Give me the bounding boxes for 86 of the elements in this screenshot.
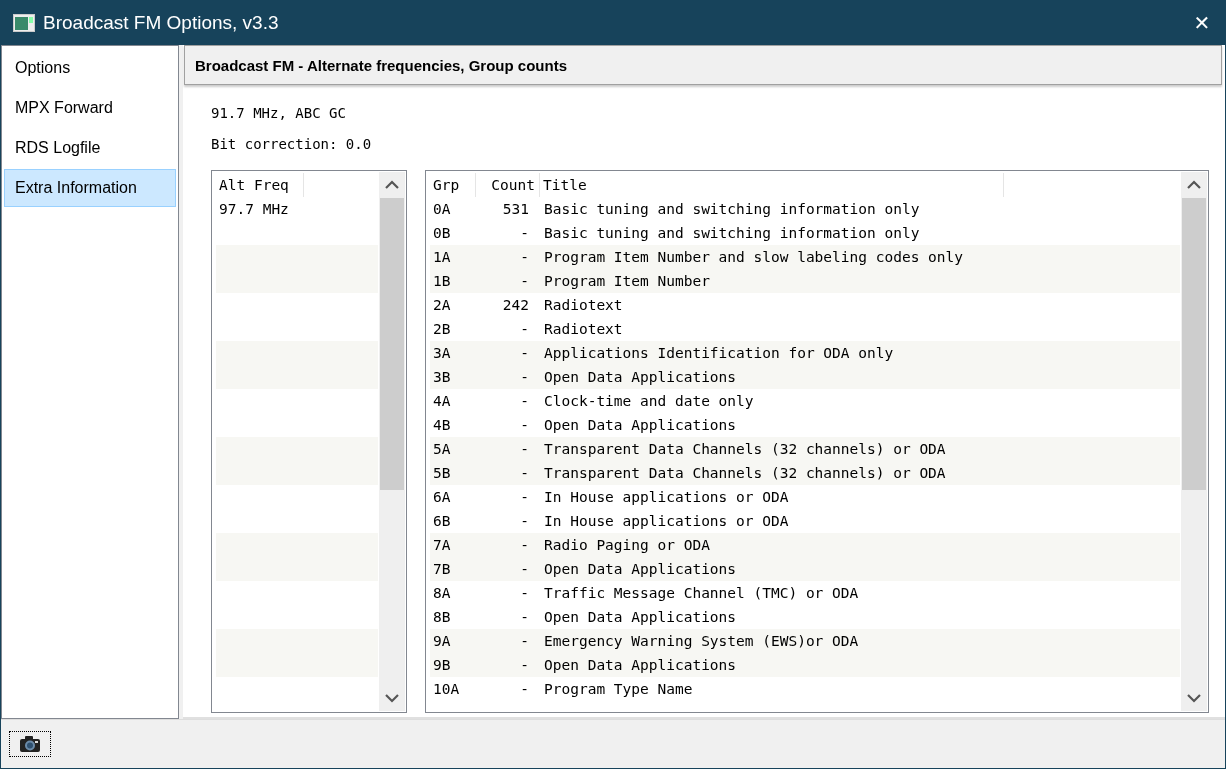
table-cell-text: Open Data Applications xyxy=(543,609,737,625)
table-cell-text: - xyxy=(519,465,530,481)
table-cell-text: 10A xyxy=(432,681,461,697)
table-cell-text: - xyxy=(519,225,530,241)
table-cell-text: 2B xyxy=(432,321,452,337)
table-cell-text: - xyxy=(519,537,530,553)
bit-correction-label: Bit correction: 0.0 xyxy=(211,136,373,152)
table-cell-text: Program Item Number xyxy=(543,273,710,289)
table-cell-text: 531 xyxy=(501,201,530,217)
table-cell-text: Traffic Message Channel (TMC) or ODA xyxy=(543,585,859,601)
table-cell-text: 3A xyxy=(432,345,452,361)
table-cell-text: Open Data Applications xyxy=(543,417,737,433)
panel-header: Broadcast FM - Alternate frequencies, Group counts xyxy=(184,45,1222,85)
table-cell-text: - xyxy=(519,513,530,529)
table-cell-text: Program Item Number and slow labeling codes only xyxy=(543,249,964,265)
table-cell-text: 9B xyxy=(432,657,452,673)
table-cell-text: Emergency Warning System (EWS)or ODA xyxy=(543,633,859,649)
column-header[interactable]: Title xyxy=(540,173,1004,197)
table-cell-text: 6B xyxy=(432,513,452,529)
app-icon xyxy=(13,14,35,32)
table-cell-text: Open Data Applications xyxy=(543,561,737,577)
table-cell-text: Radio Paging or ODA xyxy=(543,537,710,553)
column-header[interactable]: Count xyxy=(476,173,540,197)
table-cell-text: - xyxy=(519,585,530,601)
alt-freq-list[interactable]: Alt Freq 97.7 MHz xyxy=(211,170,407,713)
table-cell-text: 1A xyxy=(432,249,452,265)
table-cell-text: 8B xyxy=(432,609,452,625)
table-cell-text: - xyxy=(519,369,530,385)
table-cell-text: - xyxy=(519,249,530,265)
scrollbar[interactable] xyxy=(379,172,405,711)
scrollbar[interactable] xyxy=(1181,172,1207,711)
table-cell-text: - xyxy=(519,441,530,457)
table-cell-text: 8A xyxy=(432,585,452,601)
table-cell-text: - xyxy=(519,417,530,433)
table-cell-text: 2A xyxy=(432,297,452,313)
table-cell-text: Open Data Applications xyxy=(543,657,737,673)
window-title: Broadcast FM Options, v3.3 xyxy=(43,12,280,34)
table-cell-text: Applications Identification for ODA only xyxy=(543,345,894,361)
table-cell-text: 9A xyxy=(432,633,452,649)
station-label: 91.7 MHz, ABC GC xyxy=(211,105,347,121)
table-cell-text: 242 xyxy=(501,297,530,313)
camera-icon xyxy=(19,735,41,753)
table-cell-text: - xyxy=(519,561,530,577)
table-cell-text: - xyxy=(519,273,530,289)
column-header[interactable]: Grp xyxy=(430,173,476,197)
table-cell-text: 7B xyxy=(432,561,452,577)
table-cell-text: Clock-time and date only xyxy=(543,393,754,409)
scrollbar-thumb[interactable] xyxy=(1182,198,1206,491)
table-cell-text: 5B xyxy=(432,465,452,481)
table-cell-text: - xyxy=(519,681,530,697)
table-cell-text: In House applications or ODA xyxy=(543,513,789,529)
scrollbar-thumb[interactable] xyxy=(380,198,404,491)
table-cell-text: 3B xyxy=(432,369,452,385)
table-cell-text: 6A xyxy=(432,489,452,505)
camera-button[interactable] xyxy=(9,731,51,757)
table-cell-text: - xyxy=(519,393,530,409)
table-cell-text: 0B xyxy=(432,225,452,241)
table-cell-text: Radiotext xyxy=(543,321,623,337)
table-cell-text: - xyxy=(519,345,530,361)
table-cell-text: 1B xyxy=(432,273,452,289)
table-cell-text: Radiotext xyxy=(543,297,623,313)
table-cell-text: - xyxy=(519,489,530,505)
table-cell-text: 4A xyxy=(432,393,452,409)
sidebar-item[interactable]: Extra Information xyxy=(4,169,176,207)
table-cell-text: Basic tuning and switching information only xyxy=(543,201,920,217)
table-cell-text: Open Data Applications xyxy=(543,369,737,385)
table-cell-text: Basic tuning and switching information only xyxy=(543,225,920,241)
table-cell-text: 5A xyxy=(432,441,452,457)
table-cell-text: 4B xyxy=(432,417,452,433)
group-table[interactable] xyxy=(425,170,1209,713)
sidebar-item[interactable]: MPX Forward xyxy=(4,89,176,127)
table-cell-text: - xyxy=(519,633,530,649)
table-cell-text: 7A xyxy=(432,537,452,553)
table-cell-text: 97.7 MHz xyxy=(218,201,289,217)
table-cell-text: In House applications or ODA xyxy=(543,489,789,505)
table-cell-text: Transparent Data Channels (32 channels) or ODA xyxy=(543,465,946,481)
table-cell-text: - xyxy=(519,609,530,625)
table-cell-text: - xyxy=(519,657,530,673)
close-button[interactable]: ✕ xyxy=(1179,1,1225,45)
sidebar-item[interactable]: RDS Logfile xyxy=(4,129,176,167)
table-cell-text: Program Type Name xyxy=(543,681,693,697)
table-cell-text: - xyxy=(519,321,530,337)
sidebar-item[interactable]: Options xyxy=(4,49,176,87)
column-header[interactable]: Alt Freq xyxy=(216,173,304,197)
table-cell-text: Transparent Data Channels (32 channels) or ODA xyxy=(543,441,946,457)
table-cell-text: 0A xyxy=(432,201,452,217)
